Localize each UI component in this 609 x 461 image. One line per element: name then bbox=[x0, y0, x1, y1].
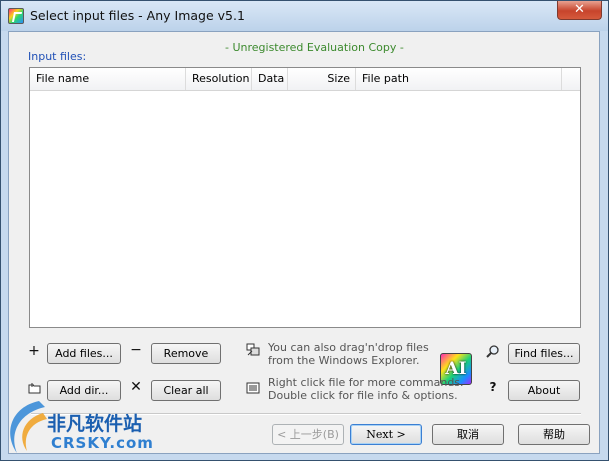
evaluation-notice: - Unregistered Evaluation Copy - bbox=[225, 41, 404, 54]
dragdrop-hint-line2: from the Windows Explorer. bbox=[268, 354, 420, 367]
add-files-button[interactable]: Add files... bbox=[47, 343, 121, 364]
window-title: Select input files - Any Image v5.1 bbox=[30, 8, 245, 23]
dialog-client-area: - Unregistered Evaluation Copy - Input f… bbox=[8, 31, 600, 454]
column-size[interactable]: Size bbox=[288, 68, 356, 90]
title-bar[interactable]: Select input files - Any Image v5.1 ✕ bbox=[1, 1, 608, 31]
input-files-list[interactable]: File name Resolution Data Size File path bbox=[29, 67, 581, 328]
clear-icon: ✕ bbox=[130, 379, 142, 395]
watermark-swoosh-icon bbox=[10, 401, 47, 453]
commands-hint-line1: Right click file for more commands. bbox=[268, 376, 464, 389]
magnifier-icon bbox=[486, 345, 499, 358]
cancel-button[interactable]: 取消 bbox=[432, 424, 504, 445]
minus-icon: − bbox=[130, 342, 142, 358]
column-data[interactable]: Data bbox=[252, 68, 288, 90]
column-resolution[interactable]: Resolution bbox=[186, 68, 252, 90]
add-folder-icon bbox=[28, 383, 41, 394]
about-button[interactable]: About bbox=[508, 380, 580, 401]
help-button[interactable]: 帮助 bbox=[518, 424, 590, 445]
column-file-path[interactable]: File path bbox=[356, 68, 562, 90]
drag-drop-icon bbox=[246, 343, 260, 356]
watermark-site: CRSKY.com bbox=[51, 434, 154, 452]
next-button[interactable]: Next > bbox=[350, 424, 422, 445]
watermark-brand: 非凡软件站 bbox=[47, 413, 143, 435]
watermark: 非凡软件站 CRSKY.com bbox=[1, 395, 166, 459]
find-files-button[interactable]: Find files... bbox=[508, 343, 580, 364]
close-button[interactable]: ✕ bbox=[557, 1, 602, 20]
back-button[interactable]: < 上一步(B) bbox=[272, 424, 344, 445]
plus-icon: + bbox=[28, 343, 40, 359]
input-files-label: Input files: bbox=[28, 50, 87, 63]
dialog-window: Select input files - Any Image v5.1 ✕ - … bbox=[0, 0, 609, 461]
remove-button[interactable]: Remove bbox=[151, 343, 221, 364]
dragdrop-hint-line1: You can also drag'n'drop files bbox=[268, 341, 429, 354]
list-header: File name Resolution Data Size File path bbox=[30, 68, 580, 91]
app-icon bbox=[8, 8, 24, 24]
commands-hint-line2: Double click for file info & options. bbox=[268, 389, 458, 402]
column-file-name[interactable]: File name bbox=[30, 68, 186, 90]
help-question-icon: ? bbox=[489, 380, 497, 394]
list-options-icon bbox=[246, 382, 260, 394]
